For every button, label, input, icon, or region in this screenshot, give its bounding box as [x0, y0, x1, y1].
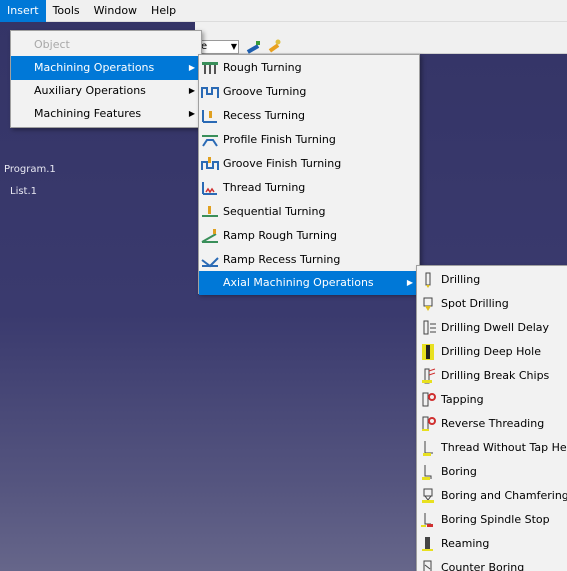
pencil-tool-icon[interactable] [245, 38, 263, 54]
menu-help[interactable]: Help [144, 0, 183, 22]
rough-turning-icon [202, 62, 218, 74]
toolbar-combo[interactable]: e ▼ [199, 40, 239, 54]
menu-item-drilling-deep-hole[interactable]: Drilling Deep Hole [417, 340, 567, 364]
ramp-recess-turning-icon [201, 257, 219, 268]
counter-boring-icon [423, 560, 432, 571]
menu-item-boring-and-chamfering[interactable]: Boring and Chamfering [417, 484, 567, 508]
drilling-deep-hole-icon [422, 344, 434, 360]
profile-finish-turning-icon [202, 135, 218, 147]
insert-menu: Object Machining Operations ▶ Auxiliary … [10, 30, 202, 128]
boring-spindle-stop-icon [421, 513, 433, 527]
drilling-icon [425, 272, 431, 288]
menu-item-thread-turning[interactable]: Thread Turning [199, 176, 419, 200]
reaming-icon [422, 537, 433, 551]
menu-item-boring-spindle-stop[interactable]: Boring Spindle Stop [417, 508, 567, 532]
menu-item-profile-finish-turning[interactable]: Profile Finish Turning [199, 128, 419, 152]
menu-item-reaming[interactable]: Reaming [417, 532, 567, 556]
boring-chamfering-icon [422, 488, 434, 503]
boring-icon [422, 465, 432, 480]
menu-item-axial-machining-operations[interactable]: Axial Machining Operations ▶ [199, 271, 419, 295]
submenu-arrow-icon: ▶ [406, 278, 413, 287]
menu-item-drilling-break-chips[interactable]: Drilling Break Chips [417, 364, 567, 388]
menu-item-counter-boring[interactable]: Counter Boring [417, 556, 567, 571]
menu-item-ramp-rough-turning[interactable]: Ramp Rough Turning [199, 224, 419, 248]
sequential-turning-icon [202, 206, 218, 217]
ramp-rough-turning-icon [201, 229, 218, 243]
menu-item-drilling-dwell-delay[interactable]: Drilling Dwell Delay [417, 316, 567, 340]
menu-item-thread-without-tap-head[interactable]: Thread Without Tap Hea [417, 436, 567, 460]
submenu-arrow-icon: ▶ [188, 109, 195, 118]
drilling-break-chips-icon [422, 368, 436, 384]
menu-item-recess-turning[interactable]: Recess Turning [199, 104, 419, 128]
submenu-arrow-icon: ▶ [188, 86, 195, 95]
menu-item-boring[interactable]: Boring [417, 460, 567, 484]
thread-without-tap-head-icon [423, 441, 433, 456]
menu-window[interactable]: Window [87, 0, 144, 22]
tree-item-program[interactable]: Program.1 [4, 164, 56, 175]
menu-item-groove-turning[interactable]: Groove Turning [199, 80, 419, 104]
recess-turning-icon [202, 110, 217, 123]
menu-item-spot-drilling[interactable]: Spot Drilling [417, 292, 567, 316]
groove-finish-turning-icon [201, 157, 219, 170]
chevron-down-icon: ▼ [230, 42, 237, 51]
menu-item-machining-features[interactable]: Machining Features ▶ [11, 102, 201, 126]
thread-turning-icon [202, 182, 217, 195]
reverse-threading-icon [422, 416, 436, 431]
menu-item-object: Object [34, 38, 70, 51]
machining-operations-menu: Rough Turning Groove Turning Recess Turn… [198, 54, 420, 295]
submenu-arrow-icon: ▶ [188, 63, 195, 72]
menu-item-groove-finish-turning[interactable]: Groove Finish Turning [199, 152, 419, 176]
spot-drilling-icon [423, 297, 433, 311]
drilling-dwell-delay-icon [423, 320, 436, 335]
tapping-icon [422, 392, 436, 407]
menu-item-drilling[interactable]: Drilling [417, 268, 567, 292]
menubar: Insert Tools Window Help [0, 0, 567, 22]
menu-item-sequential-turning[interactable]: Sequential Turning [199, 200, 419, 224]
menu-item-rough-turning[interactable]: Rough Turning [199, 56, 419, 80]
menu-item-reverse-threading[interactable]: Reverse Threading [417, 412, 567, 436]
groove-turning-icon [201, 87, 219, 98]
toolbar: e ▼ [195, 22, 567, 54]
menu-item-machining-operations[interactable]: Machining Operations ▶ [11, 56, 201, 80]
menu-item-ramp-recess-turning[interactable]: Ramp Recess Turning [199, 248, 419, 272]
menu-tools[interactable]: Tools [46, 0, 87, 22]
menu-item-tapping[interactable]: Tapping [417, 388, 567, 412]
menu-item-auxiliary-operations[interactable]: Auxiliary Operations ▶ [11, 79, 201, 103]
tree-item-list[interactable]: List.1 [10, 186, 37, 197]
brush-tool-icon[interactable] [265, 38, 283, 54]
menu-insert[interactable]: Insert [0, 0, 46, 22]
axial-machining-operations-menu: Drilling Spot Drilling Drilling Dwell De… [416, 265, 567, 571]
